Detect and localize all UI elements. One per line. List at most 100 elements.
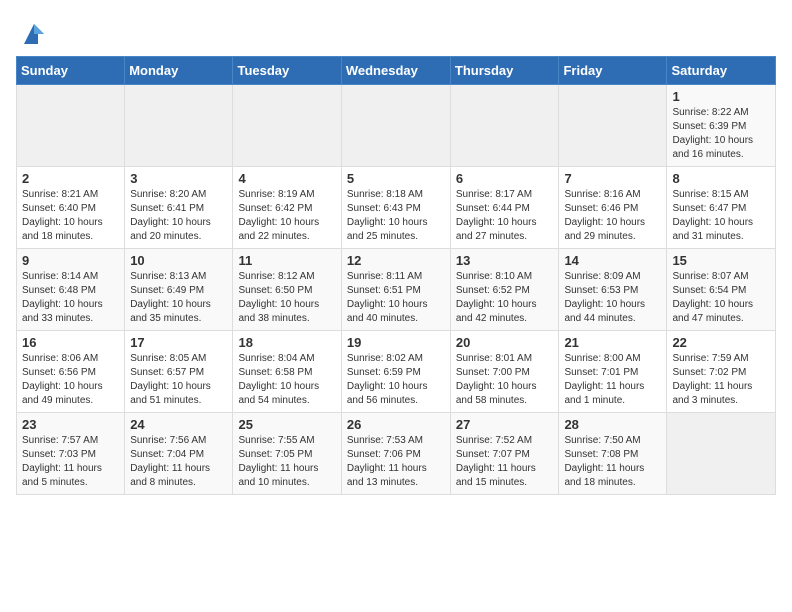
day-info: Sunrise: 7:53 AM Sunset: 7:06 PM Dayligh… bbox=[347, 434, 445, 490]
day-info: Sunrise: 8:07 AM Sunset: 6:54 PM Dayligh… bbox=[672, 270, 770, 326]
day-number: 7 bbox=[564, 171, 661, 186]
day-info: Sunrise: 8:09 AM Sunset: 6:53 PM Dayligh… bbox=[564, 270, 661, 326]
day-number: 16 bbox=[22, 335, 119, 350]
day-number: 1 bbox=[672, 89, 770, 104]
day-info: Sunrise: 8:04 AM Sunset: 6:58 PM Dayligh… bbox=[238, 352, 335, 408]
weekday-header-monday: Monday bbox=[125, 57, 233, 85]
weekday-header-row: SundayMondayTuesdayWednesdayThursdayFrid… bbox=[17, 57, 776, 85]
calendar-cell: 22 Sunrise: 7:59 AM Sunset: 7:02 PM Dayli… bbox=[667, 331, 776, 413]
day-info: Sunrise: 8:10 AM Sunset: 6:52 PM Dayligh… bbox=[456, 270, 554, 326]
day-info: Sunrise: 8:19 AM Sunset: 6:42 PM Dayligh… bbox=[238, 188, 335, 244]
day-info: Sunrise: 8:17 AM Sunset: 6:44 PM Dayligh… bbox=[456, 188, 554, 244]
calendar-cell: 24 Sunrise: 7:56 AM Sunset: 7:04 PM Dayli… bbox=[125, 413, 233, 495]
calendar-cell: 9Sunrise: 8:14 AM Sunset: 6:48 PM Daylig… bbox=[17, 249, 125, 331]
day-number: 11 bbox=[238, 253, 335, 268]
calendar-cell: 15 Sunrise: 8:07 AM Sunset: 6:54 PM Dayli… bbox=[667, 249, 776, 331]
calendar-cell: 2 Sunrise: 8:21 AM Sunset: 6:40 PM Daylig… bbox=[17, 167, 125, 249]
day-number: 24 bbox=[130, 417, 227, 432]
calendar-cell: 23 Sunrise: 7:57 AM Sunset: 7:03 PM Dayli… bbox=[17, 413, 125, 495]
calendar-cell: 16 Sunrise: 8:06 AM Sunset: 6:56 PM Dayli… bbox=[17, 331, 125, 413]
day-number: 26 bbox=[347, 417, 445, 432]
logo-icon bbox=[20, 20, 48, 48]
calendar-cell: 20 Sunrise: 8:01 AM Sunset: 7:00 PM Dayli… bbox=[450, 331, 559, 413]
calendar-cell: 25 Sunrise: 7:55 AM Sunset: 7:05 PM Dayli… bbox=[233, 413, 341, 495]
weekday-header-wednesday: Wednesday bbox=[341, 57, 450, 85]
weekday-header-friday: Friday bbox=[559, 57, 667, 85]
header bbox=[16, 16, 776, 48]
day-number: 5 bbox=[347, 171, 445, 186]
calendar-cell: 11 Sunrise: 8:12 AM Sunset: 6:50 PM Dayli… bbox=[233, 249, 341, 331]
calendar-week-row: 1 Sunrise: 8:22 AM Sunset: 6:39 PM Daylig… bbox=[17, 85, 776, 167]
calendar-cell bbox=[450, 85, 559, 167]
day-info: Sunrise: 7:55 AM Sunset: 7:05 PM Dayligh… bbox=[238, 434, 335, 490]
day-number: 25 bbox=[238, 417, 335, 432]
day-info: Sunrise: 8:12 AM Sunset: 6:50 PM Dayligh… bbox=[238, 270, 335, 326]
day-number: 13 bbox=[456, 253, 554, 268]
day-number: 17 bbox=[130, 335, 227, 350]
calendar-cell: 27 Sunrise: 7:52 AM Sunset: 7:07 PM Dayli… bbox=[450, 413, 559, 495]
day-number: 10 bbox=[130, 253, 227, 268]
calendar-cell: 6 Sunrise: 8:17 AM Sunset: 6:44 PM Daylig… bbox=[450, 167, 559, 249]
day-number: 15 bbox=[672, 253, 770, 268]
day-info: Sunrise: 7:57 AM Sunset: 7:03 PM Dayligh… bbox=[22, 434, 119, 490]
day-info: Sunrise: 8:13 AM Sunset: 6:49 PM Dayligh… bbox=[130, 270, 227, 326]
day-info: Sunrise: 8:22 AM Sunset: 6:39 PM Dayligh… bbox=[672, 106, 770, 162]
calendar-week-row: 9Sunrise: 8:14 AM Sunset: 6:48 PM Daylig… bbox=[17, 249, 776, 331]
day-number: 14 bbox=[564, 253, 661, 268]
day-info: Sunrise: 8:16 AM Sunset: 6:46 PM Dayligh… bbox=[564, 188, 661, 244]
day-info: Sunrise: 8:01 AM Sunset: 7:00 PM Dayligh… bbox=[456, 352, 554, 408]
calendar-cell: 8 Sunrise: 8:15 AM Sunset: 6:47 PM Daylig… bbox=[667, 167, 776, 249]
day-number: 19 bbox=[347, 335, 445, 350]
weekday-header-sunday: Sunday bbox=[17, 57, 125, 85]
calendar-cell bbox=[233, 85, 341, 167]
calendar-cell: 19Sunrise: 8:02 AM Sunset: 6:59 PM Dayli… bbox=[341, 331, 450, 413]
day-number: 12 bbox=[347, 253, 445, 268]
calendar-cell bbox=[341, 85, 450, 167]
day-info: Sunrise: 8:18 AM Sunset: 6:43 PM Dayligh… bbox=[347, 188, 445, 244]
day-info: Sunrise: 7:56 AM Sunset: 7:04 PM Dayligh… bbox=[130, 434, 227, 490]
day-number: 8 bbox=[672, 171, 770, 186]
day-info: Sunrise: 8:00 AM Sunset: 7:01 PM Dayligh… bbox=[564, 352, 661, 408]
day-number: 2 bbox=[22, 171, 119, 186]
day-info: Sunrise: 8:20 AM Sunset: 6:41 PM Dayligh… bbox=[130, 188, 227, 244]
day-info: Sunrise: 7:52 AM Sunset: 7:07 PM Dayligh… bbox=[456, 434, 554, 490]
day-info: Sunrise: 7:59 AM Sunset: 7:02 PM Dayligh… bbox=[672, 352, 770, 408]
day-number: 20 bbox=[456, 335, 554, 350]
calendar-cell bbox=[17, 85, 125, 167]
calendar-cell: 17Sunrise: 8:05 AM Sunset: 6:57 PM Dayli… bbox=[125, 331, 233, 413]
day-number: 23 bbox=[22, 417, 119, 432]
day-info: Sunrise: 8:15 AM Sunset: 6:47 PM Dayligh… bbox=[672, 188, 770, 244]
day-info: Sunrise: 8:11 AM Sunset: 6:51 PM Dayligh… bbox=[347, 270, 445, 326]
calendar-cell: 4 Sunrise: 8:19 AM Sunset: 6:42 PM Daylig… bbox=[233, 167, 341, 249]
calendar-cell: 12 Sunrise: 8:11 AM Sunset: 6:51 PM Dayli… bbox=[341, 249, 450, 331]
calendar-week-row: 2 Sunrise: 8:21 AM Sunset: 6:40 PM Daylig… bbox=[17, 167, 776, 249]
day-number: 27 bbox=[456, 417, 554, 432]
calendar-cell: 10 Sunrise: 8:13 AM Sunset: 6:49 PM Dayli… bbox=[125, 249, 233, 331]
calendar-cell: 21 Sunrise: 8:00 AM Sunset: 7:01 PM Dayli… bbox=[559, 331, 667, 413]
calendar-cell: 1 Sunrise: 8:22 AM Sunset: 6:39 PM Daylig… bbox=[667, 85, 776, 167]
logo bbox=[16, 20, 48, 48]
calendar-cell: 18 Sunrise: 8:04 AM Sunset: 6:58 PM Dayli… bbox=[233, 331, 341, 413]
calendar-cell: 7 Sunrise: 8:16 AM Sunset: 6:46 PM Daylig… bbox=[559, 167, 667, 249]
calendar-cell: 13 Sunrise: 8:10 AM Sunset: 6:52 PM Dayli… bbox=[450, 249, 559, 331]
calendar-cell bbox=[125, 85, 233, 167]
day-number: 6 bbox=[456, 171, 554, 186]
day-info: Sunrise: 8:21 AM Sunset: 6:40 PM Dayligh… bbox=[22, 188, 119, 244]
calendar-cell: 5 Sunrise: 8:18 AM Sunset: 6:43 PM Daylig… bbox=[341, 167, 450, 249]
calendar-cell: 28Sunrise: 7:50 AM Sunset: 7:08 PM Dayli… bbox=[559, 413, 667, 495]
calendar-week-row: 16 Sunrise: 8:06 AM Sunset: 6:56 PM Dayli… bbox=[17, 331, 776, 413]
day-info: Sunrise: 8:06 AM Sunset: 6:56 PM Dayligh… bbox=[22, 352, 119, 408]
day-number: 28 bbox=[564, 417, 661, 432]
day-number: 22 bbox=[672, 335, 770, 350]
day-number: 4 bbox=[238, 171, 335, 186]
day-number: 18 bbox=[238, 335, 335, 350]
calendar-cell: 14 Sunrise: 8:09 AM Sunset: 6:53 PM Dayli… bbox=[559, 249, 667, 331]
calendar-week-row: 23 Sunrise: 7:57 AM Sunset: 7:03 PM Dayli… bbox=[17, 413, 776, 495]
day-number: 9 bbox=[22, 253, 119, 268]
weekday-header-thursday: Thursday bbox=[450, 57, 559, 85]
calendar-cell bbox=[559, 85, 667, 167]
weekday-header-saturday: Saturday bbox=[667, 57, 776, 85]
day-number: 21 bbox=[564, 335, 661, 350]
calendar-cell: 26 Sunrise: 7:53 AM Sunset: 7:06 PM Dayli… bbox=[341, 413, 450, 495]
weekday-header-tuesday: Tuesday bbox=[233, 57, 341, 85]
